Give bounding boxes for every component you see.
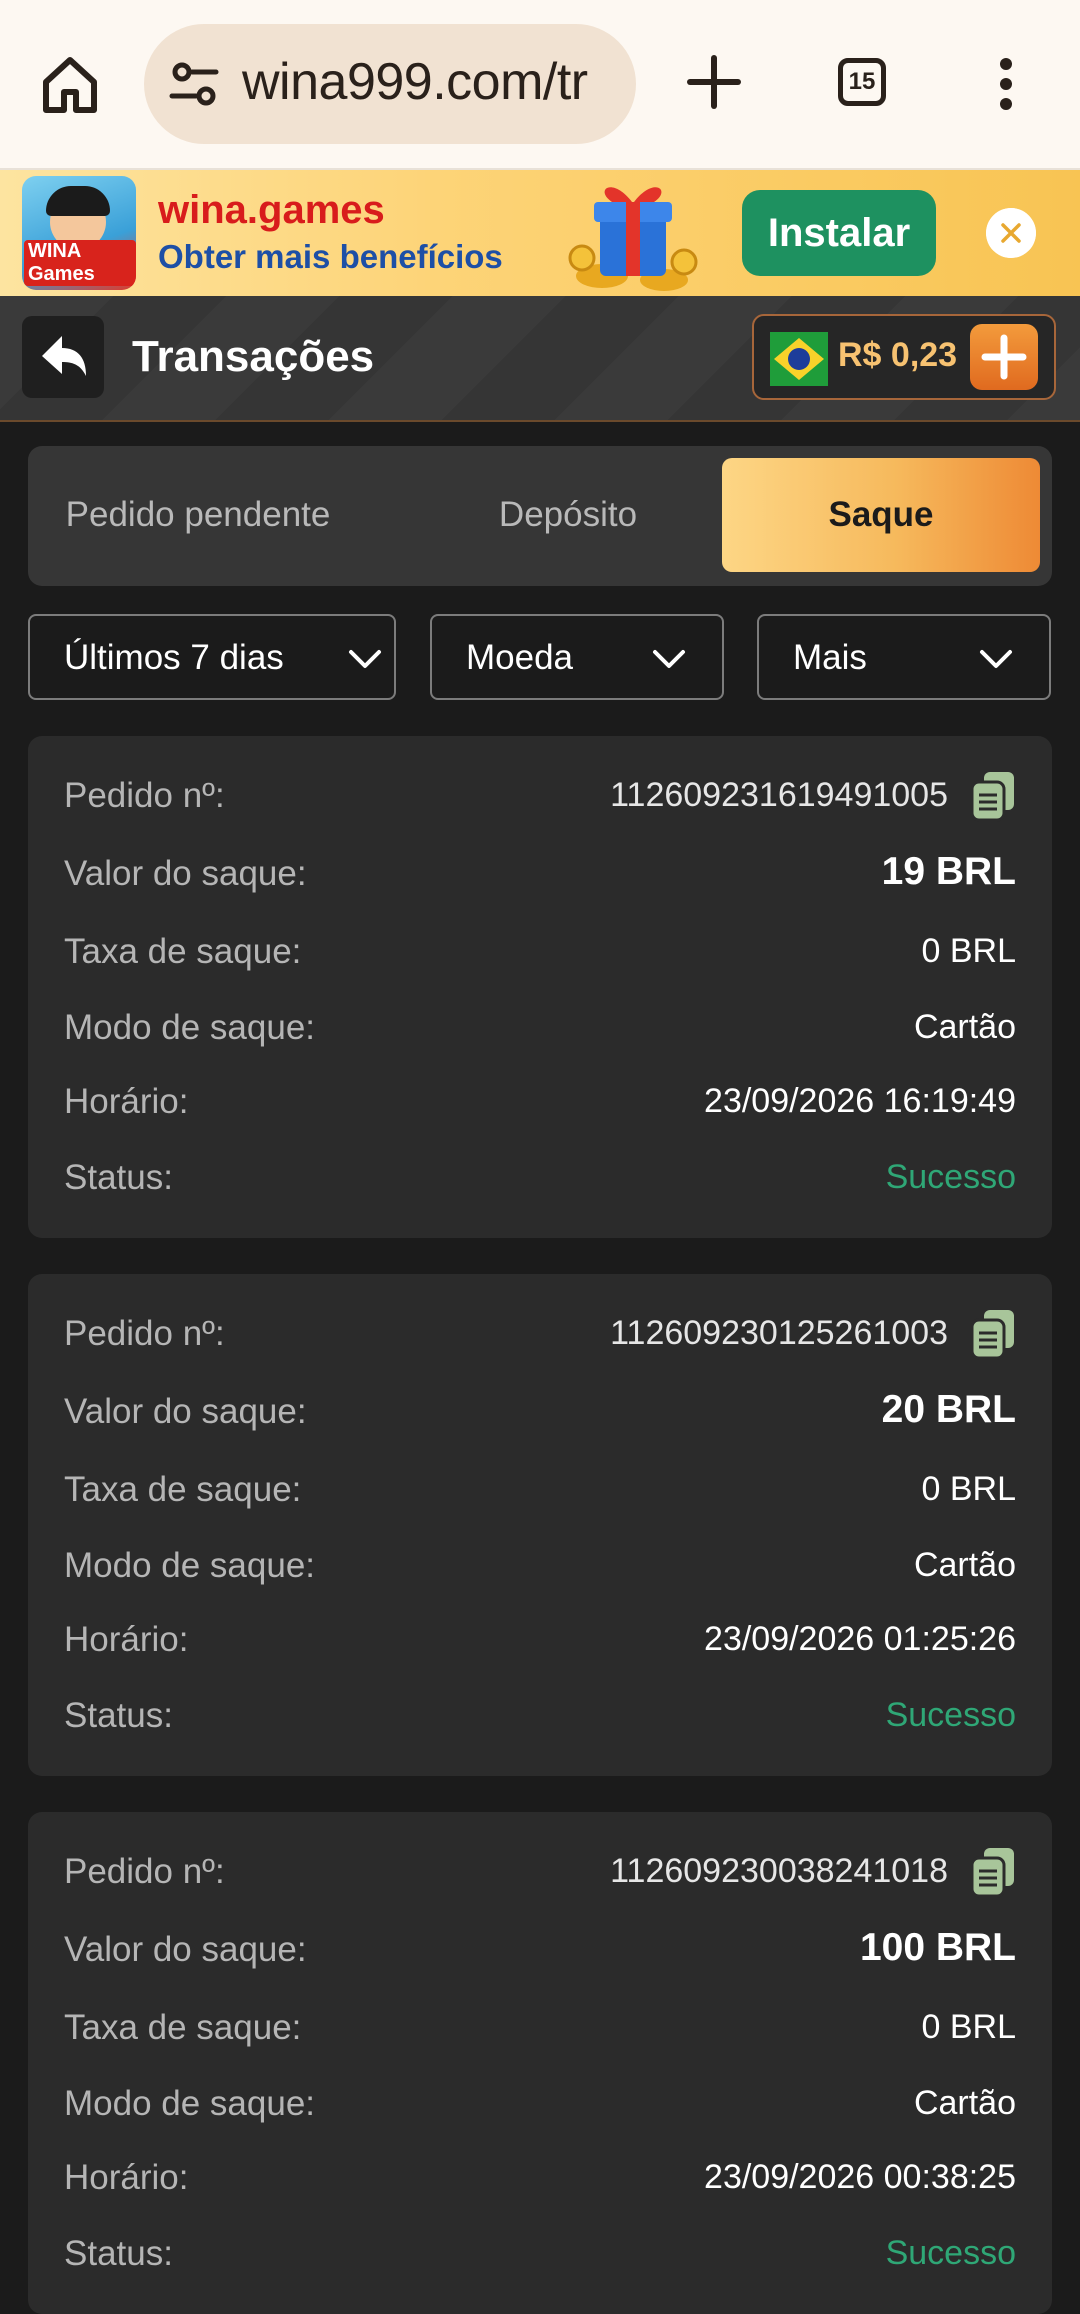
more-filter-label: Mais: [793, 638, 867, 677]
install-button[interactable]: Instalar: [742, 190, 936, 276]
app-header: Transações R$ 0,23: [0, 296, 1080, 422]
chevron-down-icon: [349, 650, 381, 668]
order-label: Pedido nº:: [64, 1852, 225, 1891]
close-banner-icon[interactable]: [986, 208, 1036, 258]
amount-label: Valor do saque:: [64, 1930, 307, 1969]
order-row: Pedido nº: 112609231619491005: [64, 766, 1016, 826]
withdrawal-amount: 19 BRL: [881, 850, 1016, 893]
mode-row: Modo de saque: Cartão: [64, 1536, 1016, 1596]
fee-label: Taxa de saque:: [64, 1470, 302, 1509]
status-label: Status:: [64, 1158, 173, 1197]
mode-row: Modo de saque: Cartão: [64, 998, 1016, 1058]
transaction-card: Pedido nº: 112609230125261003 Valor do s…: [28, 1274, 1052, 1776]
chevron-down-icon: [653, 650, 685, 668]
order-number: 112609231619491005: [610, 776, 948, 814]
withdrawal-amount: 100 BRL: [859, 1926, 1016, 1969]
transaction-card: Pedido nº: 112609230038241018 Valor do s…: [28, 1812, 1052, 2314]
status-row: Status: Sucesso: [64, 2224, 1016, 2284]
order-row: Pedido nº: 112609230125261003: [64, 1304, 1016, 1364]
amount-row: Valor do saque: 20 BRL: [64, 1382, 1016, 1442]
address-bar[interactable]: wina999.com/tr: [144, 24, 636, 144]
withdrawal-time: 23/09/2026 01:25:26: [704, 1620, 1016, 1658]
time-label: Horário:: [64, 1620, 189, 1659]
tab-withdrawal[interactable]: Saque: [722, 458, 1040, 572]
currency-filter-select[interactable]: Moeda: [430, 614, 724, 700]
copy-icon[interactable]: [970, 1846, 1016, 1898]
currency-filter-label: Moeda: [466, 638, 574, 677]
mode-label: Modo de saque:: [64, 1546, 316, 1585]
chevron-down-icon: [980, 650, 1012, 668]
order-label: Pedido nº:: [64, 1314, 225, 1353]
back-arrow-icon: [42, 336, 86, 376]
url-text: wina999.com/tr: [242, 53, 588, 111]
time-row: Horário: 23/09/2026 00:38:25: [64, 2148, 1016, 2208]
status-row: Status: Sucesso: [64, 1686, 1016, 1746]
page-title: Transações: [132, 332, 375, 381]
fee-label: Taxa de saque:: [64, 2008, 302, 2047]
mode-row: Modo de saque: Cartão: [64, 2074, 1016, 2134]
order-number: 112609230038241018: [610, 1852, 948, 1890]
amount-label: Valor do saque:: [64, 1392, 307, 1431]
status-badge: Sucesso: [885, 1696, 1016, 1734]
brazil-flag-icon: [770, 332, 828, 386]
fee-row: Taxa de saque: 0 BRL: [64, 1460, 1016, 1520]
withdrawal-fee: 0 BRL: [921, 2008, 1017, 2046]
transaction-card: Pedido nº: 112609231619491005 Valor do s…: [28, 736, 1052, 1238]
tab-switcher-button[interactable]: 15: [838, 58, 886, 106]
withdrawal-mode: Cartão: [913, 1008, 1016, 1046]
copy-icon[interactable]: [970, 770, 1016, 822]
time-label: Horário:: [64, 1082, 189, 1121]
fee-label: Taxa de saque:: [64, 932, 302, 971]
status-badge: Sucesso: [885, 1158, 1016, 1196]
time-label: Horário:: [64, 2158, 189, 2197]
time-row: Horário: 23/09/2026 16:19:49: [64, 1072, 1016, 1132]
tab-pending-order[interactable]: Pedido pendente: [28, 458, 368, 572]
app-logo: WINA Games: [22, 176, 136, 290]
new-tab-icon[interactable]: [684, 52, 744, 112]
amount-row: Valor do saque: 100 BRL: [64, 1920, 1016, 1980]
fee-row: Taxa de saque: 0 BRL: [64, 1998, 1016, 2058]
deposit-add-button[interactable]: [970, 324, 1038, 390]
order-number: 112609230125261003: [610, 1314, 948, 1352]
order-label: Pedido nº:: [64, 776, 225, 815]
status-label: Status:: [64, 1696, 173, 1735]
amount-row: Valor do saque: 19 BRL: [64, 844, 1016, 904]
withdrawal-time: 23/09/2026 16:19:49: [704, 1082, 1016, 1120]
time-row: Horário: 23/09/2026 01:25:26: [64, 1610, 1016, 1670]
more-menu-icon[interactable]: [996, 56, 1016, 112]
balance-box: R$ 0,23: [752, 314, 1056, 400]
status-row: Status: Sucesso: [64, 1148, 1016, 1208]
withdrawal-fee: 0 BRL: [921, 932, 1017, 970]
withdrawal-fee: 0 BRL: [921, 1470, 1017, 1508]
mode-label: Modo de saque:: [64, 2084, 316, 2123]
status-badge: Sucesso: [885, 2234, 1016, 2272]
banner-title: wina.games: [158, 188, 385, 232]
banner-subtitle: Obter mais benefícios: [158, 238, 503, 275]
plus-icon: [981, 334, 1027, 380]
withdrawal-time: 23/09/2026 00:38:25: [704, 2158, 1016, 2196]
mode-label: Modo de saque:: [64, 1008, 316, 1047]
more-filter-select[interactable]: Mais: [757, 614, 1051, 700]
tab-deposit[interactable]: Depósito: [368, 458, 768, 572]
browser-toolbar: wina999.com/tr 15: [0, 0, 1080, 170]
withdrawal-mode: Cartão: [913, 1546, 1016, 1584]
install-banner: WINA Games wina.games Obter mais benefíc…: [0, 170, 1080, 296]
fee-row: Taxa de saque: 0 BRL: [64, 922, 1016, 982]
home-icon[interactable]: [38, 52, 102, 116]
period-filter-label: Últimos 7 dias: [64, 638, 284, 677]
balance-amount: R$ 0,23: [838, 336, 958, 374]
transaction-tabs: Pedido pendente Depósito Saque: [28, 446, 1052, 586]
withdrawal-mode: Cartão: [913, 2084, 1016, 2122]
withdrawal-amount: 20 BRL: [881, 1388, 1016, 1431]
site-settings-icon[interactable]: [168, 60, 220, 108]
period-filter-select[interactable]: Últimos 7 dias: [28, 614, 396, 700]
gift-icon: [568, 187, 698, 291]
back-button[interactable]: [22, 316, 104, 398]
amount-label: Valor do saque:: [64, 854, 307, 893]
status-label: Status:: [64, 2234, 173, 2273]
order-row: Pedido nº: 112609230038241018: [64, 1842, 1016, 1902]
copy-icon[interactable]: [970, 1308, 1016, 1360]
